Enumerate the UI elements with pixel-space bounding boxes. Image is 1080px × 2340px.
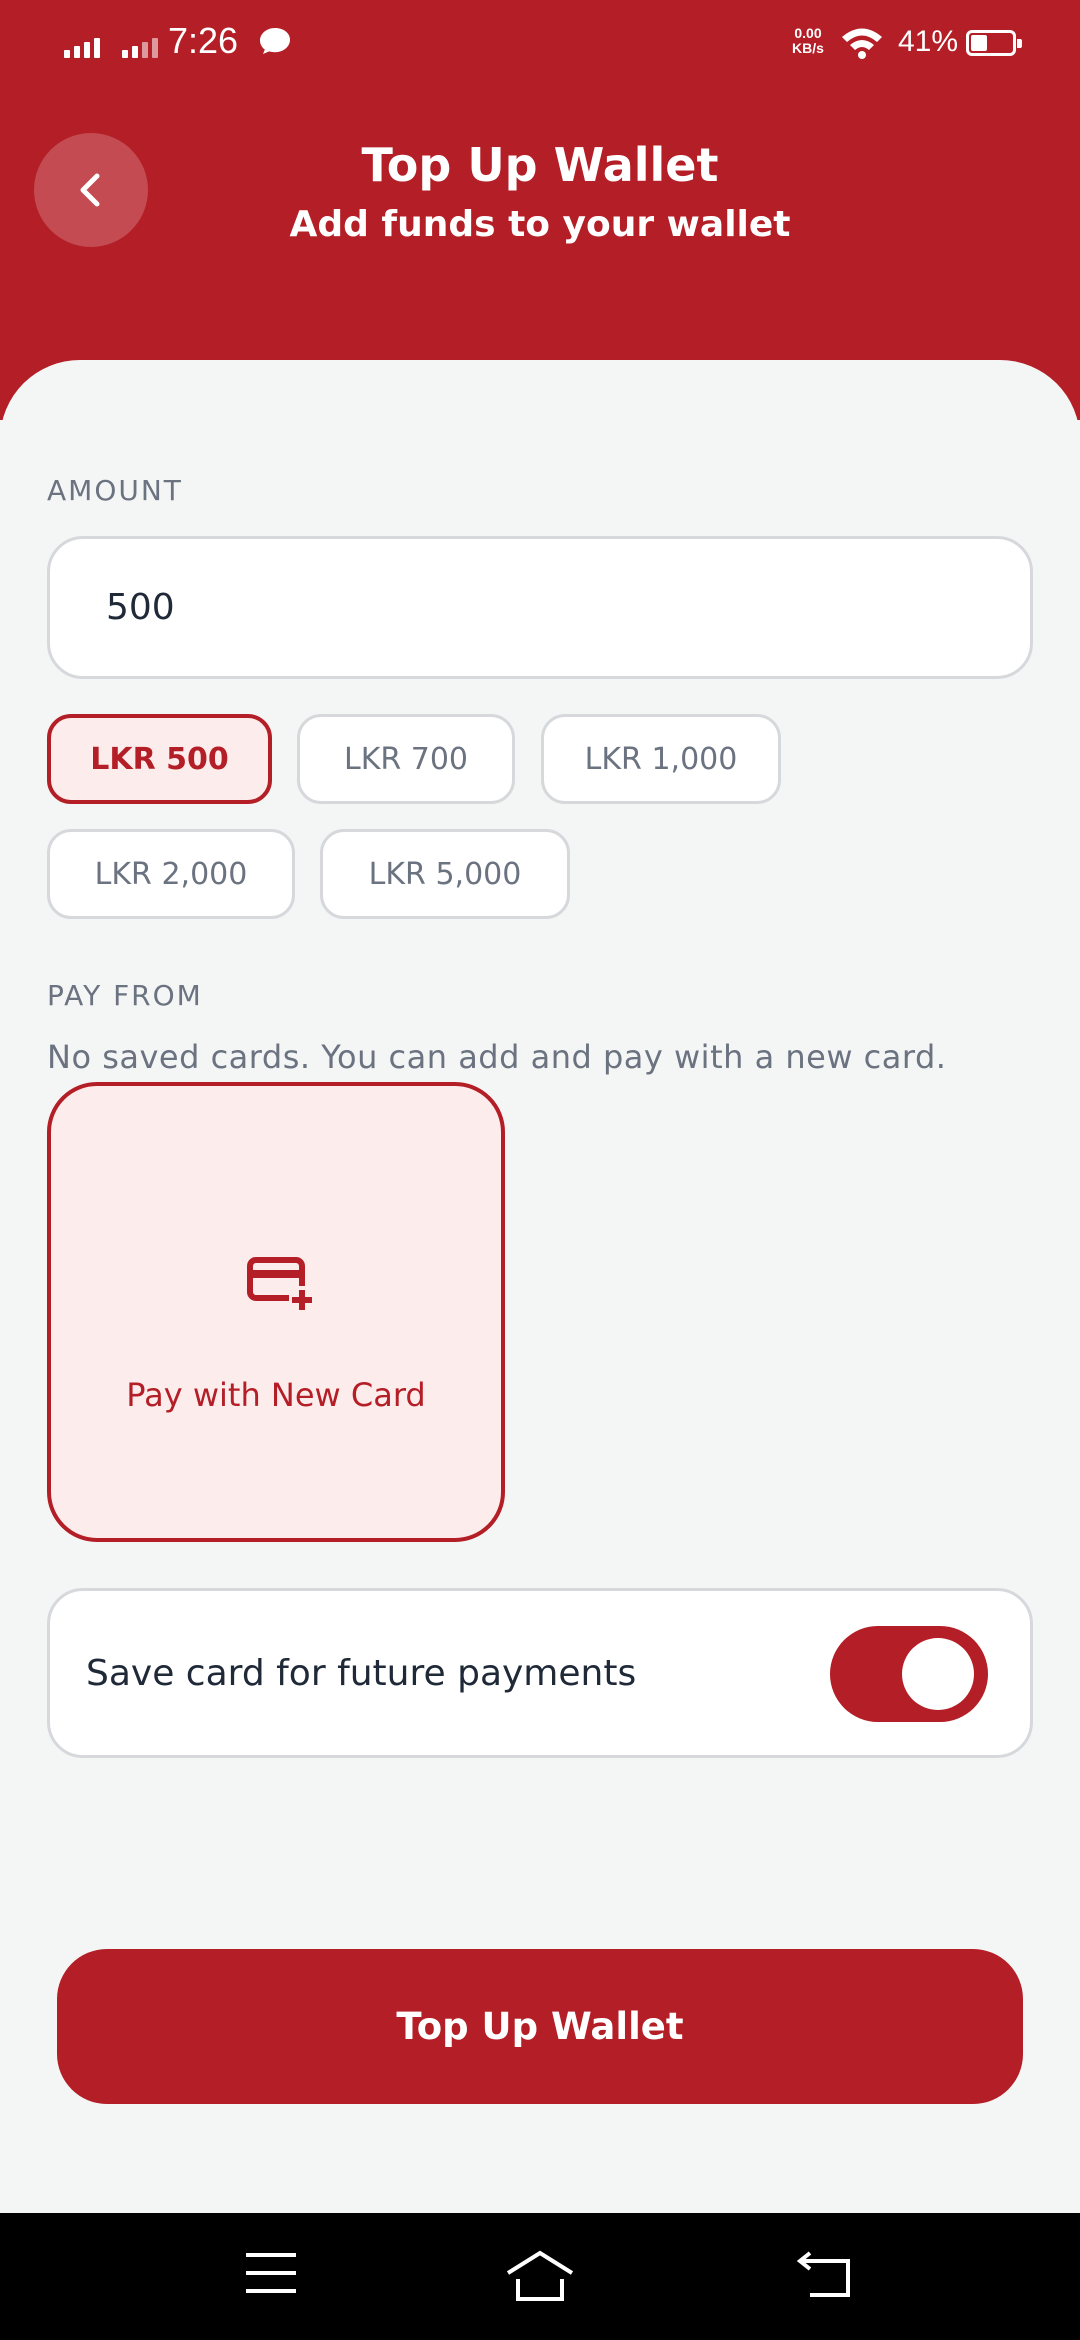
chat-bubble-icon	[258, 26, 292, 60]
save-card-row: Save card for future payments	[47, 1588, 1033, 1758]
network-speed-value: 0.00	[794, 25, 822, 41]
signal-icon	[64, 34, 100, 58]
save-card-label: Save card for future payments	[86, 1653, 637, 1694]
new-card-label: Pay with New Card	[126, 1376, 426, 1414]
toggle-knob	[902, 1638, 974, 1710]
page-subtitle: Add funds to your wallet	[289, 204, 791, 245]
top-up-wallet-button[interactable]: Top Up Wallet	[57, 1949, 1023, 2104]
battery-percent: 41%	[898, 25, 959, 58]
menu-icon[interactable]	[244, 2249, 298, 2301]
amount-input[interactable]: 500	[47, 536, 1033, 679]
wifi-icon	[840, 26, 884, 64]
signal-icon-2	[122, 34, 158, 58]
page-title: Top Up Wallet	[361, 138, 719, 192]
amount-chip-500[interactable]: LKR 500	[47, 714, 272, 804]
amount-chip-5000[interactable]: LKR 5,000	[320, 829, 570, 919]
pay-with-new-card-button[interactable]: Pay with New Card	[47, 1082, 505, 1542]
amount-label: AMOUNT	[47, 474, 183, 507]
system-navigation-bar	[0, 2213, 1080, 2340]
pay-from-label: PAY FROM	[47, 979, 203, 1012]
amount-input-value: 500	[106, 587, 175, 628]
back-nav-icon[interactable]	[796, 2249, 852, 2303]
network-speed: 0.00 KB/s	[786, 26, 830, 56]
battery-icon	[966, 30, 1022, 56]
save-card-toggle[interactable]	[830, 1626, 988, 1722]
status-bar: 7:26 0.00 KB/s 41%	[0, 0, 1080, 90]
home-icon[interactable]	[504, 2249, 576, 2307]
no-cards-message: No saved cards. You can add and pay with…	[47, 1038, 947, 1076]
status-time: 7:26	[168, 20, 239, 61]
amount-chip-1000[interactable]: LKR 1,000	[541, 714, 781, 804]
credit-card-plus-icon	[247, 1256, 315, 1316]
network-speed-unit: KB/s	[792, 40, 824, 56]
amount-chip-2000[interactable]: LKR 2,000	[47, 829, 295, 919]
amount-chip-700[interactable]: LKR 700	[297, 714, 515, 804]
